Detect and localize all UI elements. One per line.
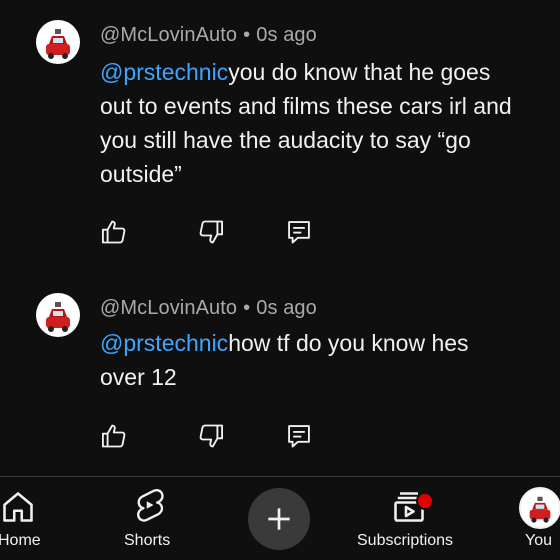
comment-text-line: over 12 xyxy=(100,364,177,390)
nav-subscriptions[interactable]: Subscriptions xyxy=(355,477,465,560)
mention-link[interactable]: @prstechnic xyxy=(100,330,228,356)
reply-comment-icon xyxy=(288,425,310,448)
nav-you-label: You xyxy=(525,532,552,549)
reply-button[interactable] xyxy=(285,422,313,450)
nav-subscriptions-label: Subscriptions xyxy=(357,532,454,549)
reply-button[interactable] xyxy=(285,218,313,246)
nav-home[interactable]: Home xyxy=(0,477,60,560)
home-icon xyxy=(3,492,33,522)
car-avatar-icon xyxy=(46,29,70,59)
comment-text-segment: you do know that he goes xyxy=(228,59,491,85)
shorts-icon xyxy=(137,489,164,522)
thumbs-up-icon xyxy=(101,424,126,448)
like-button[interactable] xyxy=(100,422,128,450)
create-button[interactable] xyxy=(248,488,310,550)
comment-text-segment: how tf do you know hes xyxy=(228,330,469,356)
you-avatar[interactable] xyxy=(519,487,560,529)
plus-icon xyxy=(268,508,290,530)
reply-comment-icon xyxy=(288,221,310,244)
comment-meta: @McLovinAuto • 0s ago xyxy=(100,24,317,47)
comment-text-line: outside” xyxy=(100,161,182,187)
comment-text-line: you still have the audacity to say “go xyxy=(100,127,471,153)
comment-text-line: out to events and films these cars irl a… xyxy=(100,93,512,119)
comment-meta: @McLovinAuto • 0s ago xyxy=(100,297,317,320)
meta-separator: • xyxy=(243,24,251,46)
comment-author[interactable]: @McLovinAuto xyxy=(100,297,237,319)
comment-time: 0s ago xyxy=(256,24,317,46)
author-avatar[interactable] xyxy=(36,20,80,64)
mention-link[interactable]: @prstechnic xyxy=(100,59,228,85)
car-avatar-icon xyxy=(46,302,70,332)
thumbs-up-icon xyxy=(101,220,126,244)
nav-shorts[interactable]: Shorts xyxy=(118,477,182,560)
author-avatar[interactable] xyxy=(36,293,80,337)
nav-home-label: Home xyxy=(0,532,41,549)
car-avatar-icon xyxy=(529,496,551,523)
dislike-button[interactable] xyxy=(197,422,225,450)
notification-dot xyxy=(416,492,434,510)
like-button[interactable] xyxy=(100,218,128,246)
thumbs-down-icon xyxy=(199,220,224,244)
comments-screen: @McLovinAuto • 0s ago @prstechnicyou do kn… xyxy=(0,0,560,560)
comment-text: @prstechnicyou do know that he goes out … xyxy=(100,55,558,191)
meta-separator: • xyxy=(243,297,251,319)
dislike-button[interactable] xyxy=(197,218,225,246)
comment-author[interactable]: @McLovinAuto xyxy=(100,24,237,46)
comment-time: 0s ago xyxy=(256,297,317,319)
comment-text: @prstechnichow tf do you know hes over 1… xyxy=(100,326,558,394)
comment-text-line: @prstechnichow tf do you know hes xyxy=(100,326,558,360)
thumbs-down-icon xyxy=(199,424,224,448)
comment-text-line: @prstechnicyou do know that he goes xyxy=(100,55,558,89)
nav-shorts-label: Shorts xyxy=(124,532,171,549)
bottom-nav: Home Shorts Subscriptions You xyxy=(0,477,560,560)
